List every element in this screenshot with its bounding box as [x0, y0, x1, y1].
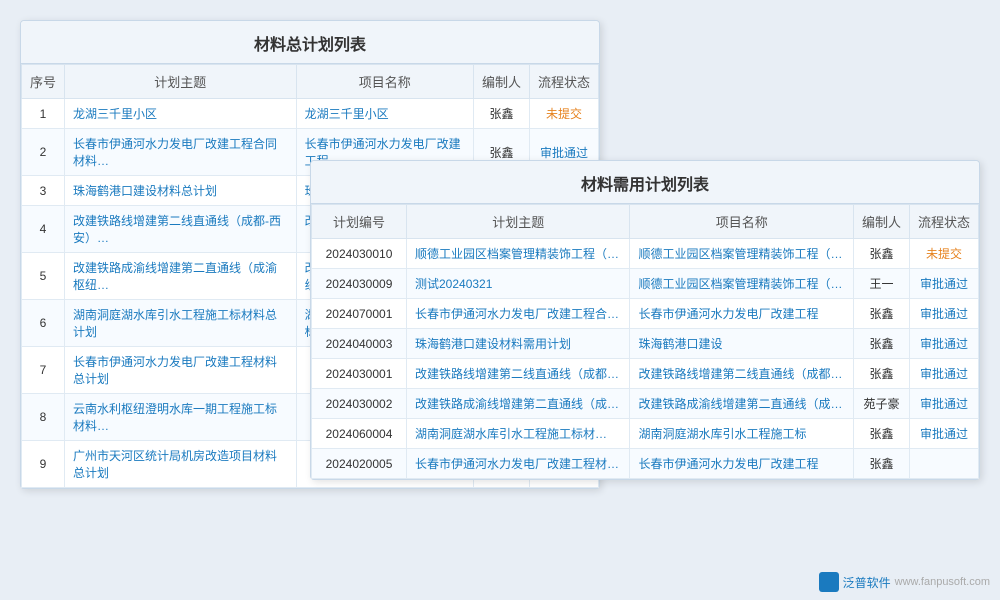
cell-editor2: 张鑫 [853, 359, 909, 389]
table-row: 2024070001 长春市伊通河水力发电厂改建工程合… 长春市伊通河水力发电厂… [312, 299, 979, 329]
table-row: 2024030009 测试20240321 顺德工业园区档案管理精装饰工程（… … [312, 269, 979, 299]
panel2-header-row: 计划编号 计划主题 项目名称 编制人 流程状态 [312, 205, 979, 239]
cell-theme[interactable]: 云南水利枢纽澄明水库一期工程施工标材料… [65, 394, 297, 441]
col-project2: 项目名称 [630, 205, 853, 239]
panel1-header-row: 序号 计划主题 项目名称 编制人 流程状态 [22, 65, 599, 99]
cell-theme2[interactable]: 珠海鹤港口建设材料需用计划 [407, 329, 630, 359]
panel1-title: 材料总计划列表 [21, 21, 599, 64]
panel2-table: 计划编号 计划主题 项目名称 编制人 流程状态 2024030010 顺德工业园… [311, 204, 979, 479]
cell-project2[interactable]: 长春市伊通河水力发电厂改建工程 [630, 449, 853, 479]
cell-theme[interactable]: 广州市天河区统计局机房改造项目材料总计划 [65, 441, 297, 488]
cell-project2[interactable]: 珠海鹤港口建设 [630, 329, 853, 359]
cell-theme[interactable]: 长春市伊通河水力发电厂改建工程合同材料… [65, 129, 297, 176]
col-theme2: 计划主题 [407, 205, 630, 239]
cell-project2[interactable]: 改建铁路线增建第二线直通线（成都… [630, 359, 853, 389]
cell-theme2[interactable]: 改建铁路线增建第二线直通线（成都… [407, 359, 630, 389]
cell-theme[interactable]: 龙湖三千里小区 [65, 99, 297, 129]
cell-project2[interactable]: 湖南洞庭湖水库引水工程施工标 [630, 419, 853, 449]
cell-no: 2 [22, 129, 65, 176]
table-row: 2024040003 珠海鹤港口建设材料需用计划 珠海鹤港口建设 张鑫 审批通过 [312, 329, 979, 359]
cell-plan-no: 2024040003 [312, 329, 407, 359]
cell-project2[interactable]: 长春市伊通河水力发电厂改建工程 [630, 299, 853, 329]
cell-theme2[interactable]: 顺德工业园区档案管理精装饰工程（… [407, 239, 630, 269]
cell-no: 1 [22, 99, 65, 129]
cell-plan-no: 2024020005 [312, 449, 407, 479]
cell-theme2[interactable]: 长春市伊通河水力发电厂改建工程材… [407, 449, 630, 479]
cell-no: 9 [22, 441, 65, 488]
table-row: 2024060004 湖南洞庭湖水库引水工程施工标材… 湖南洞庭湖水库引水工程施… [312, 419, 979, 449]
col-no: 序号 [22, 65, 65, 99]
cell-plan-no: 2024060004 [312, 419, 407, 449]
col-editor: 编制人 [473, 65, 529, 99]
cell-plan-no: 2024070001 [312, 299, 407, 329]
cell-theme[interactable]: 改建铁路线增建第二线直通线（成都-西安）… [65, 206, 297, 253]
watermark: 泛普软件 www.fanpusoft.com [819, 572, 990, 592]
cell-theme[interactable]: 珠海鹤港口建设材料总计划 [65, 176, 297, 206]
table-row: 2024020005 长春市伊通河水力发电厂改建工程材… 长春市伊通河水力发电厂… [312, 449, 979, 479]
cell-status2 [909, 449, 978, 479]
cell-no: 7 [22, 347, 65, 394]
col-plan-no: 计划编号 [312, 205, 407, 239]
watermark-icon [819, 572, 839, 592]
col-status: 流程状态 [529, 65, 598, 99]
cell-status2: 审批通过 [909, 389, 978, 419]
cell-editor2: 张鑫 [853, 449, 909, 479]
cell-theme2[interactable]: 改建铁路成渝线增建第二直通线（成… [407, 389, 630, 419]
col-project: 项目名称 [296, 65, 473, 99]
cell-project2[interactable]: 顺德工业园区档案管理精装饰工程（… [630, 239, 853, 269]
col-editor2: 编制人 [853, 205, 909, 239]
cell-theme[interactable]: 改建铁路成渝线增建第二直通线（成渝枢纽… [65, 253, 297, 300]
panel-demand-plan: 材料需用计划列表 计划编号 计划主题 项目名称 编制人 流程状态 2024030… [310, 160, 980, 480]
cell-project2[interactable]: 顺德工业园区档案管理精装饰工程（… [630, 269, 853, 299]
cell-status2: 审批通过 [909, 299, 978, 329]
watermark-url: www.fanpusoft.com [895, 576, 990, 588]
table-row: 1 龙湖三千里小区 龙湖三千里小区 张鑫 未提交 [22, 99, 599, 129]
watermark-text: 泛普软件 [843, 574, 891, 591]
cell-theme[interactable]: 湖南洞庭湖水库引水工程施工标材料总计划 [65, 300, 297, 347]
cell-editor2: 张鑫 [853, 419, 909, 449]
cell-status2: 审批通过 [909, 359, 978, 389]
cell-editor2: 苑子豪 [853, 389, 909, 419]
col-theme: 计划主题 [65, 65, 297, 99]
table-row: 2024030010 顺德工业园区档案管理精装饰工程（… 顺德工业园区档案管理精… [312, 239, 979, 269]
cell-theme2[interactable]: 长春市伊通河水力发电厂改建工程合… [407, 299, 630, 329]
cell-status2: 审批通过 [909, 419, 978, 449]
cell-project2[interactable]: 改建铁路成渝线增建第二直通线（成… [630, 389, 853, 419]
cell-status: 未提交 [529, 99, 598, 129]
cell-theme[interactable]: 长春市伊通河水力发电厂改建工程材料总计划 [65, 347, 297, 394]
cell-editor2: 张鑫 [853, 299, 909, 329]
cell-no: 6 [22, 300, 65, 347]
cell-editor2: 王一 [853, 269, 909, 299]
cell-plan-no: 2024030002 [312, 389, 407, 419]
cell-plan-no: 2024030009 [312, 269, 407, 299]
cell-status2: 审批通过 [909, 329, 978, 359]
cell-no: 3 [22, 176, 65, 206]
cell-no: 5 [22, 253, 65, 300]
panel2-title: 材料需用计划列表 [311, 161, 979, 204]
cell-theme2[interactable]: 湖南洞庭湖水库引水工程施工标材… [407, 419, 630, 449]
cell-editor2: 张鑫 [853, 329, 909, 359]
col-status2: 流程状态 [909, 205, 978, 239]
cell-editor2: 张鑫 [853, 239, 909, 269]
cell-project[interactable]: 龙湖三千里小区 [296, 99, 473, 129]
cell-no: 4 [22, 206, 65, 253]
cell-status2: 未提交 [909, 239, 978, 269]
cell-plan-no: 2024030001 [312, 359, 407, 389]
cell-plan-no: 2024030010 [312, 239, 407, 269]
table-row: 2024030002 改建铁路成渝线增建第二直通线（成… 改建铁路成渝线增建第二… [312, 389, 979, 419]
cell-status2: 审批通过 [909, 269, 978, 299]
cell-no: 8 [22, 394, 65, 441]
table-row: 2024030001 改建铁路线增建第二线直通线（成都… 改建铁路线增建第二线直… [312, 359, 979, 389]
cell-theme2[interactable]: 测试20240321 [407, 269, 630, 299]
cell-editor: 张鑫 [473, 99, 529, 129]
